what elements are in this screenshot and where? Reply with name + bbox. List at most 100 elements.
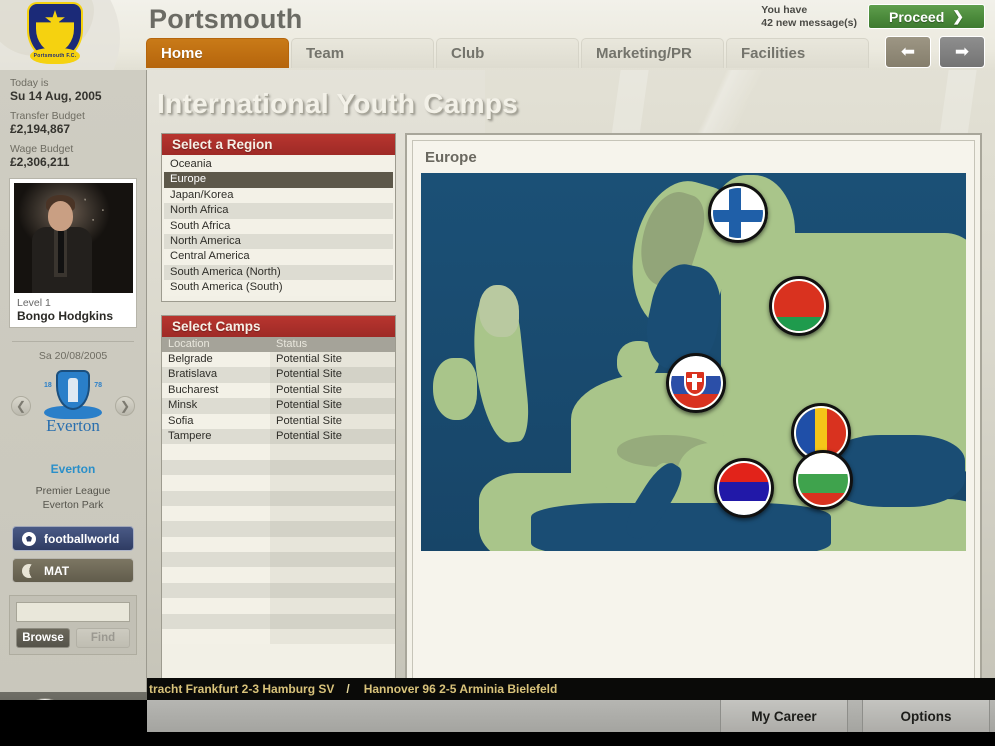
competition-name: Premier League: [0, 484, 146, 498]
map-marker-finland[interactable]: [708, 183, 768, 243]
camp-location: [162, 583, 270, 598]
camp-row-empty[interactable]: [162, 491, 395, 506]
proceed-label: Proceed: [889, 9, 944, 25]
tab-facilities[interactable]: Facilities: [726, 38, 869, 68]
footballworld-label: footballworld: [44, 532, 119, 546]
camp-status: Potential Site: [270, 352, 395, 367]
tab-club[interactable]: Club: [436, 38, 579, 68]
tab-home[interactable]: Home: [146, 38, 289, 68]
camp-status: [270, 567, 395, 582]
camp-location: [162, 552, 270, 567]
main-content: International Youth Camps Select a Regio…: [147, 70, 995, 678]
prev-match-button[interactable]: ❮: [11, 396, 31, 416]
region-item-north-america[interactable]: North America: [164, 234, 393, 249]
mat-button[interactable]: MAT: [12, 558, 134, 583]
map-marker-bulgaria[interactable]: [793, 450, 853, 510]
camps-column-headers: Location Status: [162, 337, 395, 352]
camp-status: Potential Site: [270, 383, 395, 398]
search-area: Browse Find: [9, 595, 137, 655]
region-item-south-america-north[interactable]: South America (North): [164, 265, 393, 280]
manager-photo: [14, 183, 133, 293]
footballworld-button[interactable]: footballworld: [12, 526, 134, 551]
region-item-south-america-south[interactable]: South America (South): [164, 280, 393, 295]
camp-row-empty[interactable]: [162, 614, 395, 629]
camp-row-empty[interactable]: [162, 598, 395, 613]
camp-row-empty[interactable]: [162, 444, 395, 459]
camp-row[interactable]: MinskPotential Site: [162, 398, 395, 413]
region-item-europe[interactable]: Europe: [164, 172, 393, 187]
region-list: OceaniaEuropeJapan/KoreaNorth AfricaSout…: [162, 155, 395, 298]
options-button[interactable]: Options: [862, 700, 990, 732]
camp-row[interactable]: BratislavaPotential Site: [162, 367, 395, 382]
camp-row-empty[interactable]: [162, 521, 395, 536]
back-button[interactable]: ⬅: [885, 36, 931, 68]
next-match-button[interactable]: ❯: [115, 396, 135, 416]
camp-row-empty[interactable]: [162, 583, 395, 598]
camp-status: [270, 583, 395, 598]
camp-location: [162, 475, 270, 490]
opponent-name[interactable]: Everton: [0, 462, 146, 476]
column-header-location: Location: [162, 337, 270, 352]
region-item-japan-korea[interactable]: Japan/Korea: [164, 188, 393, 203]
my-career-button[interactable]: My Career: [720, 700, 848, 732]
region-item-south-africa[interactable]: South Africa: [164, 219, 393, 234]
chevron-left-icon: ❮: [16, 399, 26, 413]
camp-location: Bucharest: [162, 383, 270, 398]
football-icon: [22, 532, 36, 546]
message-notification[interactable]: You have 42 new message(s): [761, 4, 857, 30]
region-panel: Select a Region OceaniaEuropeJapan/Korea…: [161, 133, 396, 302]
sidebar-divider: [12, 341, 134, 342]
find-button[interactable]: Find: [76, 628, 130, 648]
landmass-ireland: [433, 358, 477, 420]
camp-row-empty[interactable]: [162, 537, 395, 552]
opponent-crest-icon: 18 78 Everton: [42, 368, 104, 430]
camp-status: [270, 475, 395, 490]
manager-level: Level 1: [17, 297, 130, 309]
manager-profile-card[interactable]: Level 1 Bongo Hodgkins: [9, 178, 137, 328]
bottom-bar: My Career Options: [147, 700, 995, 732]
camp-row[interactable]: BucharestPotential Site: [162, 383, 395, 398]
europe-map[interactable]: [421, 173, 966, 551]
transfer-budget-label: Transfer Budget: [0, 110, 146, 122]
region-panel-title: Select a Region: [162, 134, 395, 155]
camp-status: Potential Site: [270, 367, 395, 382]
page-title: International Youth Camps: [157, 88, 518, 120]
search-input[interactable]: [16, 602, 130, 622]
ticker-item-1: tracht Frankfurt 2-3 Hamburg SV: [149, 682, 334, 696]
tab-marketing-pr[interactable]: Marketing/PR: [581, 38, 724, 68]
map-marker-slovakia[interactable]: [666, 353, 726, 413]
camp-status: [270, 598, 395, 613]
camp-location: [162, 537, 270, 552]
camp-status: [270, 537, 395, 552]
camp-row[interactable]: TamperePotential Site: [162, 429, 395, 444]
camp-row[interactable]: BelgradePotential Site: [162, 352, 395, 367]
camp-row-empty[interactable]: [162, 475, 395, 490]
camp-row-empty[interactable]: [162, 567, 395, 582]
next-match-date: Sa 20/08/2005: [0, 350, 146, 362]
camp-status: [270, 491, 395, 506]
camp-location: Sofia: [162, 414, 270, 429]
map-marker-belarus[interactable]: [769, 276, 829, 336]
camp-row-empty[interactable]: [162, 629, 395, 644]
camp-row[interactable]: SofiaPotential Site: [162, 414, 395, 429]
camp-location: [162, 506, 270, 521]
region-item-oceania[interactable]: Oceania: [164, 157, 393, 172]
tab-team[interactable]: Team: [291, 38, 434, 68]
browse-button[interactable]: Browse: [16, 628, 70, 648]
camp-location: [162, 567, 270, 582]
camp-row-empty[interactable]: [162, 506, 395, 521]
region-item-north-africa[interactable]: North Africa: [164, 203, 393, 218]
map-region-caption: Europe: [425, 149, 477, 166]
map-marker-serbia[interactable]: [714, 458, 774, 518]
today-value: Su 14 Aug, 2005: [0, 89, 146, 103]
message-line-1: You have: [761, 4, 857, 17]
camp-row-empty[interactable]: [162, 552, 395, 567]
camp-row-empty[interactable]: [162, 460, 395, 475]
camp-status: [270, 506, 395, 521]
application-window: Portsmouth F.C. Portsmouth You have 42 n…: [0, 0, 995, 746]
mat-label: MAT: [44, 564, 69, 578]
forward-button[interactable]: ➡: [939, 36, 985, 68]
wage-budget-value: £2,306,211: [0, 155, 146, 169]
region-item-central-america[interactable]: Central America: [164, 249, 393, 264]
proceed-button[interactable]: Proceed ❯: [868, 4, 985, 29]
